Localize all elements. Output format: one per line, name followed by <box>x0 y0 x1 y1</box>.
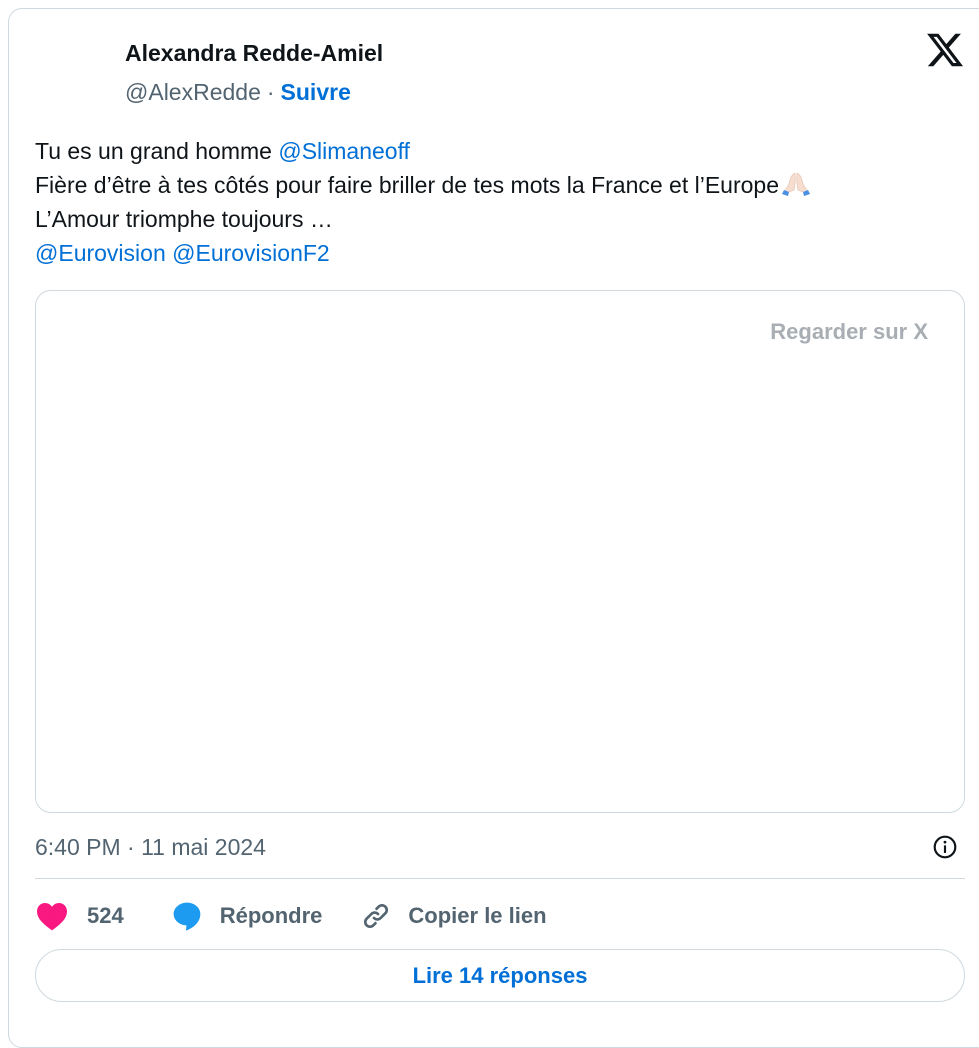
tweet-text-part: Fière d’être à tes côtés pour faire bril… <box>35 172 780 198</box>
tweet-line-2: Fière d’être à tes côtés pour faire bril… <box>35 168 955 202</box>
author-handle-line: @AlexRedde · Suivre <box>125 77 351 107</box>
folded-hands-icon <box>782 172 811 196</box>
read-replies-button[interactable]: Lire 14 réponses <box>35 949 965 1002</box>
watch-on-x-link[interactable]: Regarder sur X <box>770 319 928 345</box>
tweet-line-4: @Eurovision @EurovisionF2 <box>35 236 955 270</box>
separator-dot: · <box>266 79 275 105</box>
mention-slimaneoff[interactable]: @Slimaneoff <box>278 138 410 164</box>
actions-divider <box>35 878 965 879</box>
x-logo-icon[interactable] <box>925 30 965 70</box>
tweet-line-3: L’Amour triomphe toujours … <box>35 206 333 232</box>
author-handle[interactable]: @AlexRedde <box>125 79 261 105</box>
link-icon <box>364 903 389 929</box>
embedded-media[interactable]: Regarder sur X <box>35 290 965 813</box>
tweet-line-1: Tu es un grand homme @Slimaneoff <box>35 134 955 168</box>
follow-button[interactable]: Suivre <box>281 79 351 105</box>
info-icon[interactable] <box>932 834 958 860</box>
action-bar: 524 Répondre Copier le lien <box>35 894 547 938</box>
copy-link-label: Copier le lien <box>408 903 547 928</box>
author-name[interactable]: Alexandra Redde-Amiel <box>125 38 383 68</box>
tweet-text-part: Tu es un grand homme <box>35 138 279 164</box>
mention-eurovision[interactable]: @Eurovision <box>35 240 166 266</box>
reply-button[interactable]: Répondre <box>170 900 323 932</box>
heart-icon <box>37 903 67 931</box>
like-button[interactable]: 524 <box>35 901 124 931</box>
speech-bubble-icon <box>173 902 201 931</box>
reply-label: Répondre <box>219 903 323 928</box>
tweet-timestamp[interactable]: 6:40 PM · 11 mai 2024 <box>35 831 266 863</box>
tweet-text: Tu es un grand homme @Slimaneoff Fière d… <box>35 134 955 270</box>
copy-link-button[interactable]: Copier le lien <box>360 900 547 932</box>
mention-eurovisionf2[interactable]: @EurovisionF2 <box>172 240 330 266</box>
like-count: 524 <box>87 903 124 928</box>
